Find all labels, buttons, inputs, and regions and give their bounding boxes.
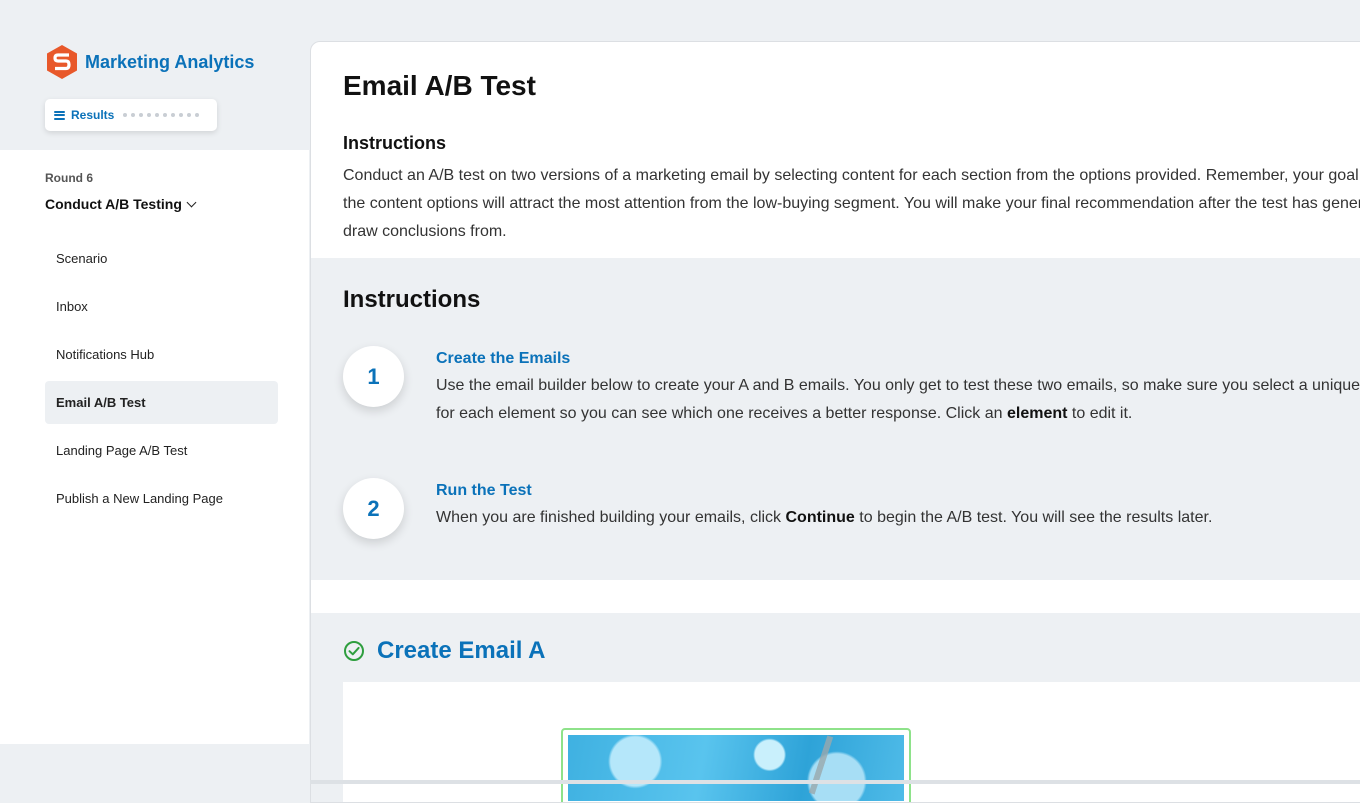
step-title: Run the Test [436,482,532,499]
sidebar-nav: Scenario Inbox Notifications Hub Email A… [45,237,278,525]
email-image-element[interactable] [561,728,911,802]
sidebar-item-landing-page-ab-test[interactable]: Landing Page A/B Test [45,429,278,472]
sidebar-item-publish-landing-page[interactable]: Publish a New Landing Page [45,477,278,520]
hamburger-menu-icon [54,110,65,120]
sidebar-item-inbox[interactable]: Inbox [45,285,278,328]
emphasis: element [1006,405,1068,422]
sidebar-item-label: Scenario [56,251,108,266]
step-text: When you are finished building your emai… [436,509,1213,526]
s-hexagon-logo-icon [47,45,77,79]
page-title: Email A/B Test [343,70,536,101]
create-email-heading: Create Email A [343,637,546,665]
round-title: Conduct A/B Testing [45,196,182,212]
sidebar-item-notifications-hub[interactable]: Notifications Hub [45,333,278,376]
sidebar-item-label: Notifications Hub [56,347,155,362]
round-dropdown[interactable]: Conduct A/B Testing [45,196,197,212]
chevron-down-icon [186,197,197,207]
intro-text: Conduct an A/B test on two versions of a… [343,167,1360,240]
sidebar-item-label: Publish a New Landing Page [56,491,223,506]
bottom-scroll-edge [310,780,1360,784]
steps-panel: Instructions 1 Create the Emails Use the… [311,258,1360,580]
sidebar-item-label: Inbox [56,299,88,314]
create-email-title: Create Email A [377,637,546,664]
results-button[interactable]: Results [45,99,217,131]
pool-image [568,735,904,801]
step-number-badge: 1 [343,346,404,407]
progress-dots [123,113,200,117]
sidebar-item-scenario[interactable]: Scenario [45,237,278,280]
sidebar-item-label: Landing Page A/B Test [56,443,188,458]
create-email-panel: Create Email A [311,613,1360,802]
intro-heading: Instructions [343,133,447,153]
app-title: Marketing Analytics [85,51,255,72]
step-text: Use the email builder below to create yo… [436,377,1360,422]
sidebar-item-email-ab-test[interactable]: Email A/B Test [45,381,278,424]
steps-heading: Instructions [343,286,481,313]
round-label: Round 6 [45,171,93,185]
step-number-badge: 2 [343,478,404,539]
check-circle-icon [344,641,364,661]
step-title: Create the Emails [436,350,571,367]
main-content: Email A/B Test Instructions Conduct an A… [310,41,1360,803]
sidebar-item-label: Email A/B Test [56,395,146,410]
emphasis: Continue [785,509,855,526]
app-header: Marketing Analytics [45,44,254,80]
results-label: Results [71,108,115,122]
email-builder-canvas [343,682,1360,802]
